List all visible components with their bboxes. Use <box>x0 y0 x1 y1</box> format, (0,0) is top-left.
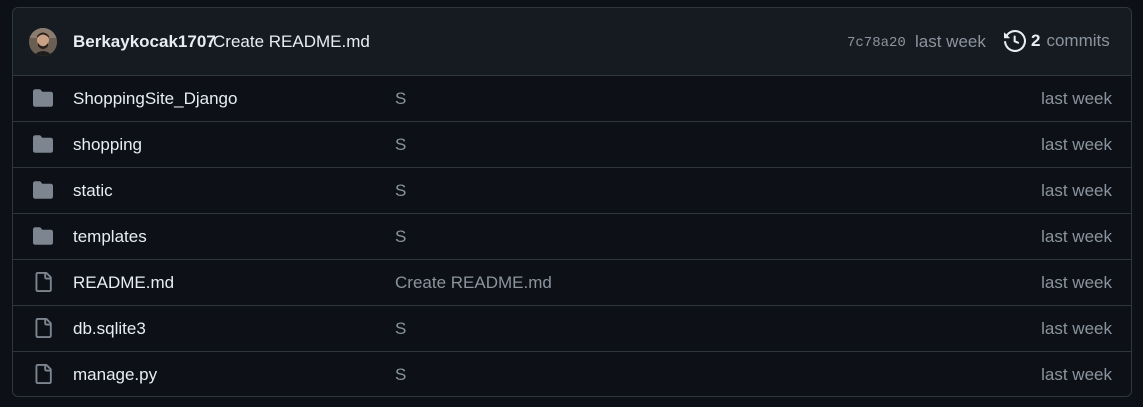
file-commit-message[interactable]: Create README.md <box>395 273 552 293</box>
file-name-link[interactable]: shopping <box>73 135 142 155</box>
file-time: last week <box>1041 365 1112 384</box>
file-time: last week <box>1041 181 1112 200</box>
file-icon <box>33 272 53 292</box>
file-row[interactable]: manage.py S last week <box>13 351 1131 396</box>
file-commit-message[interactable]: S <box>395 89 406 109</box>
file-list: ShoppingSite_Django S last week shopping… <box>13 76 1131 396</box>
folder-icon <box>33 226 53 246</box>
file-name-link[interactable]: ShoppingSite_Django <box>73 89 237 109</box>
file-time: last week <box>1041 319 1112 338</box>
file-commit-message[interactable]: S <box>395 181 406 201</box>
file-commit-message[interactable]: S <box>395 365 406 385</box>
file-time: last week <box>1041 89 1112 108</box>
file-commit-message[interactable]: S <box>395 135 406 155</box>
history-icon <box>1004 29 1027 53</box>
file-time: last week <box>1041 227 1112 246</box>
file-name-link[interactable]: README.md <box>73 273 174 293</box>
commits-history-link[interactable]: 2 commits <box>1004 29 1110 53</box>
file-row[interactable]: README.md Create README.md last week <box>13 259 1131 305</box>
folder-icon <box>33 134 53 154</box>
file-row[interactable]: db.sqlite3 S last week <box>13 305 1131 351</box>
commit-author-link[interactable]: Berkaykocak1707 <box>73 32 216 52</box>
avatar[interactable] <box>29 28 57 56</box>
file-browser: Berkaykocak1707 Create README.md 7c78a20… <box>12 7 1132 397</box>
file-icon <box>33 364 53 384</box>
file-time: last week <box>1041 273 1112 292</box>
commit-time: last week <box>915 32 986 51</box>
folder-icon <box>33 180 53 200</box>
folder-icon <box>33 88 53 108</box>
file-name-link[interactable]: static <box>73 181 113 201</box>
file-name-link[interactable]: db.sqlite3 <box>73 319 146 339</box>
file-commit-message[interactable]: S <box>395 319 406 339</box>
commit-count: 2 <box>1031 31 1041 50</box>
file-name-link[interactable]: manage.py <box>73 365 157 385</box>
file-row[interactable]: shopping S last week <box>13 121 1131 167</box>
file-name-link[interactable]: templates <box>73 227 147 247</box>
file-row[interactable]: static S last week <box>13 167 1131 213</box>
file-icon <box>33 318 53 338</box>
file-time: last week <box>1041 135 1112 154</box>
file-row[interactable]: templates S last week <box>13 213 1131 259</box>
commit-message-link[interactable]: Create README.md <box>213 32 370 52</box>
file-commit-message[interactable]: S <box>395 227 406 247</box>
commit-count-label: commits <box>1046 31 1110 50</box>
latest-commit-bar: Berkaykocak1707 Create README.md 7c78a20… <box>13 8 1131 76</box>
commit-sha-link[interactable]: 7c78a20 <box>847 35 906 51</box>
file-row[interactable]: ShoppingSite_Django S last week <box>13 76 1131 121</box>
